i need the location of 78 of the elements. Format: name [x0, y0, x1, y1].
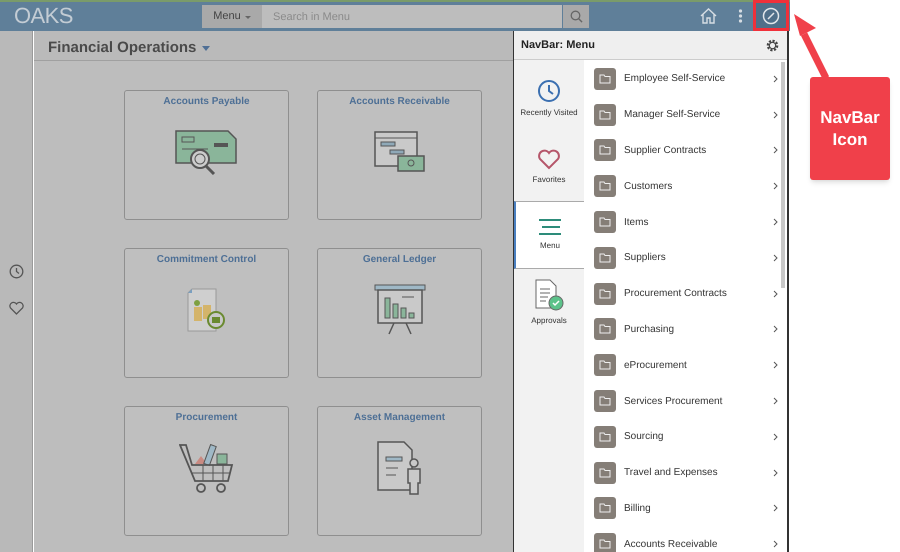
- chevron-right-icon: [773, 290, 778, 298]
- page-title-dropdown[interactable]: Financial Operations: [48, 37, 210, 60]
- callout-label: NavBar Icon: [810, 77, 890, 180]
- settings-icon[interactable]: [765, 38, 780, 52]
- menu-item[interactable]: Services Procurement: [594, 383, 778, 419]
- folder-icon: [594, 390, 616, 412]
- tile-title: Commitment Control: [156, 254, 256, 266]
- browser-cash-icon: [374, 131, 426, 173]
- navbar-tab[interactable]: Favorites: [514, 133, 584, 201]
- caret-icon: [202, 46, 210, 51]
- menu-item[interactable]: Supplier Contracts: [594, 132, 778, 168]
- folder-icon: [594, 246, 616, 269]
- chevron-right-icon: [773, 182, 778, 190]
- chevron-right-icon: [773, 74, 778, 83]
- folder-icon: [594, 462, 616, 484]
- home-icon[interactable]: [700, 8, 717, 24]
- navbar-tab[interactable]: Menu: [514, 201, 584, 269]
- chevron-right-icon: [773, 540, 778, 548]
- menu-item[interactable]: Items: [594, 204, 778, 240]
- search-button[interactable]: [563, 5, 589, 28]
- chevron-right-icon: [773, 397, 778, 406]
- chevron-right-icon: [773, 504, 778, 512]
- chevron-right-icon: [773, 468, 778, 477]
- folder-icon: [594, 211, 616, 234]
- menu-item[interactable]: Suppliers: [594, 240, 778, 276]
- folder-icon: [594, 497, 616, 520]
- folder-icon: [594, 426, 616, 448]
- folder-icon: [594, 354, 616, 376]
- presentation-chart-icon: [374, 284, 426, 336]
- compass-icon: [762, 6, 780, 24]
- panel-title: NavBar: Menu: [521, 38, 595, 53]
- document-person-icon: [376, 441, 422, 495]
- menu-item[interactable]: eProcurement: [594, 347, 778, 384]
- search-icon: [570, 10, 582, 23]
- chevron-right-icon: [773, 361, 778, 370]
- menu-item[interactable]: Travel and Expenses: [594, 454, 778, 491]
- folder-icon: [594, 139, 616, 162]
- menu-item[interactable]: Purchasing: [594, 312, 778, 348]
- check-magnifier-icon: [174, 129, 240, 175]
- folder-icon: [594, 104, 616, 126]
- clock-icon: [537, 79, 561, 103]
- logo: OAKS: [14, 3, 73, 29]
- caret-icon: [244, 16, 251, 19]
- menu-dropdown-button[interactable]: Menu: [202, 5, 262, 28]
- folder-icon: [594, 318, 616, 340]
- menu-item[interactable]: Customers: [594, 168, 778, 204]
- tile-title: Asset Management: [354, 412, 446, 424]
- heart-icon[interactable]: [9, 301, 24, 315]
- more-options-icon[interactable]: [738, 9, 743, 23]
- chevron-right-icon: [773, 432, 778, 441]
- menu-item[interactable]: Sourcing: [594, 418, 778, 455]
- chevron-right-icon: [773, 254, 778, 262]
- menu-icon: [538, 218, 562, 236]
- folder-icon: [594, 533, 616, 552]
- clock-icon[interactable]: [9, 264, 24, 279]
- shopping-cart-icon: [178, 442, 234, 494]
- folder-icon: [594, 175, 616, 198]
- folder-icon: [594, 282, 616, 305]
- chevron-right-icon: [773, 218, 778, 226]
- menu-item[interactable]: Accounts Receivable: [594, 526, 778, 552]
- chevron-right-icon: [773, 325, 778, 334]
- tile-title: Procurement: [176, 412, 238, 424]
- tile-title: Accounts Receivable: [349, 96, 450, 108]
- document-thumbs-up-icon: [186, 288, 228, 332]
- chevron-right-icon: [773, 110, 778, 119]
- menu-item[interactable]: Employee Self-Service: [594, 61, 778, 97]
- tile-title: Accounts Payable: [163, 96, 250, 108]
- chevron-right-icon: [773, 146, 778, 154]
- menu-item[interactable]: Procurement Contracts: [594, 276, 778, 312]
- navbar-tab[interactable]: Recently Visited: [514, 65, 584, 133]
- navbar-button[interactable]: [753, 0, 789, 31]
- document-checkmark-icon: [534, 279, 564, 311]
- navbar-tab[interactable]: Approvals: [514, 269, 584, 337]
- heart-icon: [537, 148, 561, 170]
- menu-item[interactable]: Billing: [594, 490, 778, 526]
- folder-icon: [594, 68, 616, 90]
- tile-title: General Ledger: [362, 254, 436, 266]
- menu-item[interactable]: Manager Self-Service: [594, 96, 778, 133]
